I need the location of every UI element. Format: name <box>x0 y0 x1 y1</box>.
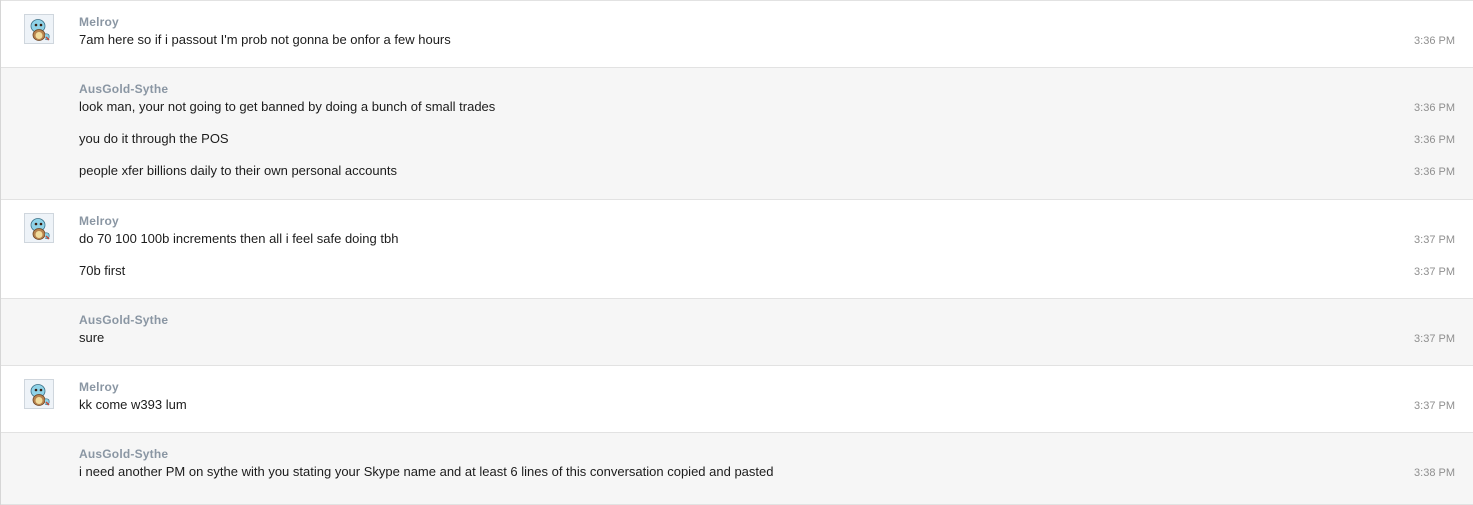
chat-transcript[interactable]: Melroy 7am here so if i passout I'm prob… <box>0 0 1473 505</box>
message-timestamp: 3:36 PM <box>1414 102 1455 114</box>
message[interactable]: kk come w393 lum 3:37 PM <box>1 395 1473 427</box>
sender-name: AusGold-Sythe <box>79 82 169 96</box>
message[interactable]: you do it through the POS 3:36 PM <box>1 129 1473 161</box>
message[interactable]: people xfer billions daily to their own … <box>1 161 1473 193</box>
message-text: you do it through the POS <box>79 131 229 146</box>
message-group: Melroy kk come w393 lum 3:37 PM <box>1 365 1473 432</box>
message-text: look man, your not going to get banned b… <box>79 99 496 114</box>
message-text: 70b first <box>79 263 126 278</box>
message-timestamp: 3:37 PM <box>1414 234 1455 246</box>
sender-name: Melroy <box>79 15 119 29</box>
message-timestamp: 3:36 PM <box>1414 134 1455 146</box>
message-group: Melroy do 70 100 100b increments then al… <box>1 199 1473 298</box>
message-group: Melroy 7am here so if i passout I'm prob… <box>1 0 1473 67</box>
message-group: AusGold-Sythe i need another PM on sythe… <box>1 432 1473 505</box>
sender-name: Melroy <box>79 214 119 228</box>
message-timestamp: 3:38 PM <box>1414 467 1455 479</box>
message[interactable]: do 70 100 100b increments then all i fee… <box>1 229 1473 261</box>
message-text: sure <box>79 330 105 345</box>
message-timestamp: 3:36 PM <box>1414 166 1455 178</box>
message-timestamp: 3:36 PM <box>1414 35 1455 47</box>
message-timestamp: 3:37 PM <box>1414 266 1455 278</box>
message[interactable]: 70b first 3:37 PM <box>1 261 1473 293</box>
message-text: 7am here so if i passout I'm prob not go… <box>79 32 451 47</box>
message-text: people xfer billions daily to their own … <box>79 163 397 178</box>
message[interactable]: i need another PM on sythe with you stat… <box>1 462 1473 494</box>
message-group: AusGold-Sythe look man, your not going t… <box>1 67 1473 199</box>
message-text: kk come w393 lum <box>79 397 187 412</box>
sender-name: AusGold-Sythe <box>79 447 169 461</box>
sender-name: Melroy <box>79 380 119 394</box>
message-timestamp: 3:37 PM <box>1414 333 1455 345</box>
sender-name: AusGold-Sythe <box>79 313 169 327</box>
message-text: do 70 100 100b increments then all i fee… <box>79 231 399 246</box>
message[interactable]: look man, your not going to get banned b… <box>1 97 1473 129</box>
message-text: i need another PM on sythe with you stat… <box>79 464 774 479</box>
message-group: AusGold-Sythe sure 3:37 PM <box>1 298 1473 365</box>
message-timestamp: 3:37 PM <box>1414 400 1455 412</box>
message[interactable]: sure 3:37 PM <box>1 328 1473 360</box>
message[interactable]: 7am here so if i passout I'm prob not go… <box>1 30 1473 62</box>
